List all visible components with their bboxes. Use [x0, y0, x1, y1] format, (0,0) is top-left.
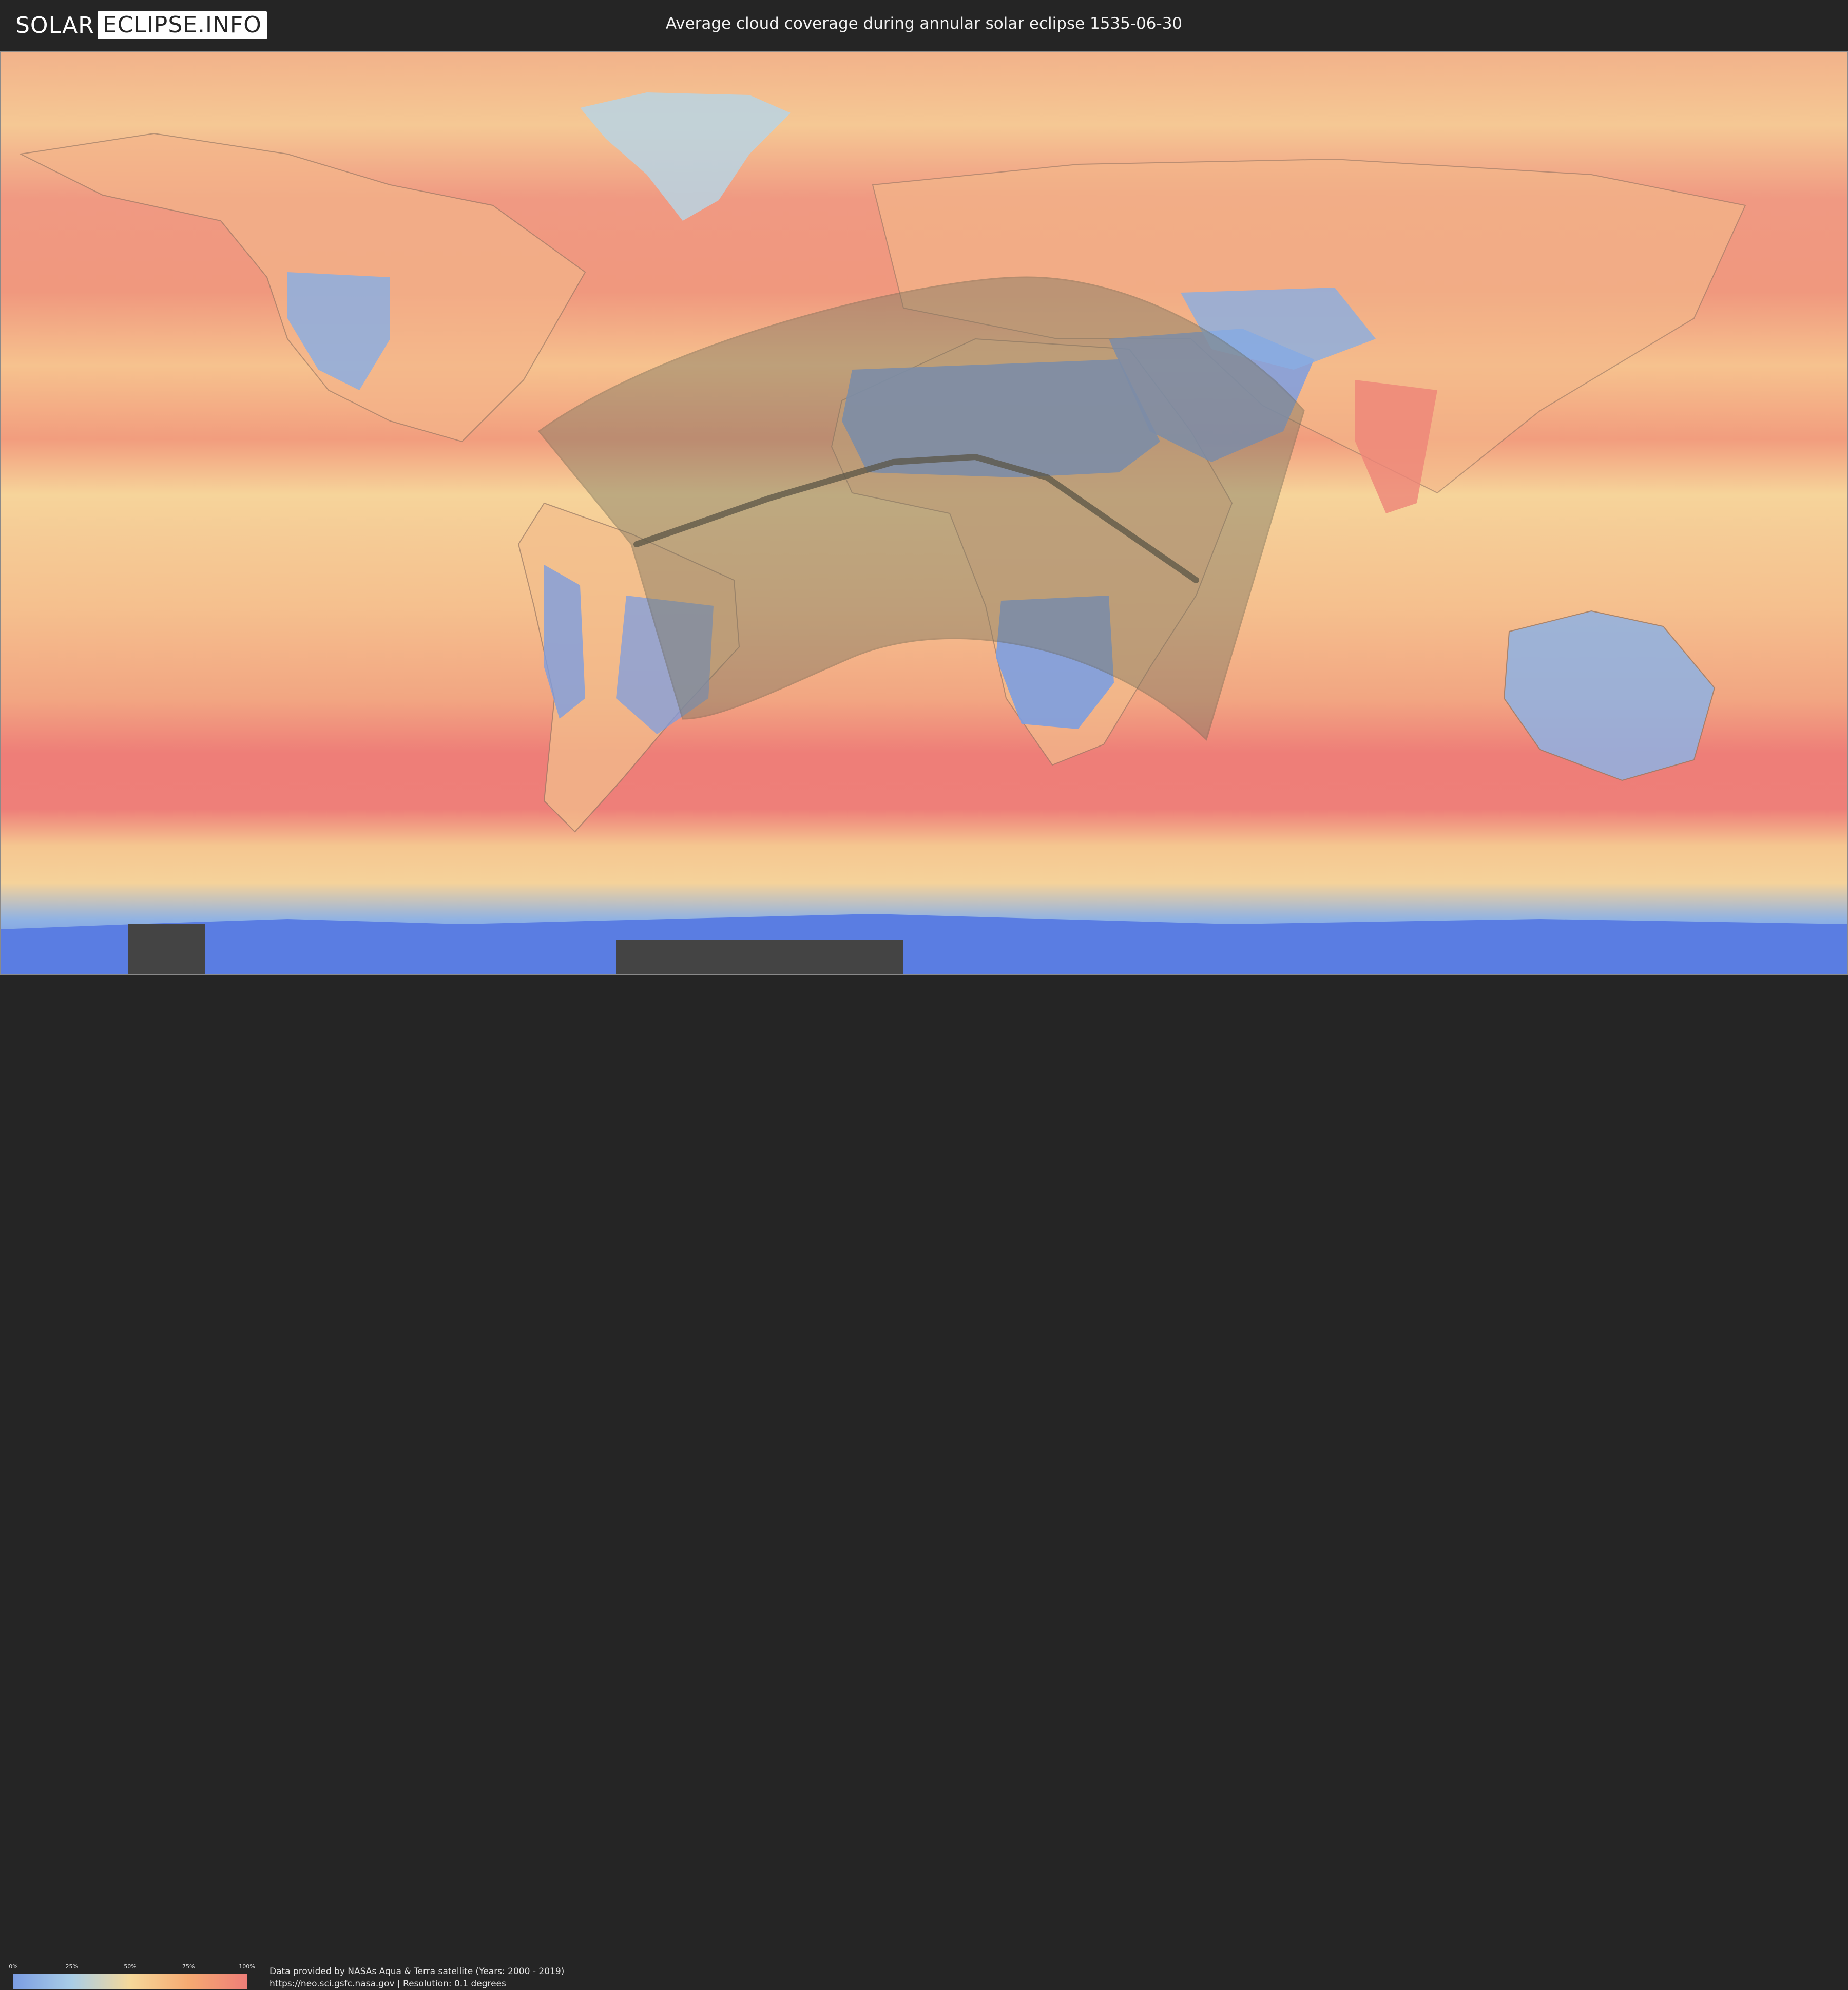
- antarctica-region: [0, 914, 1848, 975]
- legend-tick-0: 0%: [9, 1963, 18, 1970]
- legend-ticks: 0% 25% 50% 75% 100%: [9, 1963, 255, 1970]
- legend-tick-100: 100%: [239, 1963, 255, 1970]
- legend-color-scale: [13, 1974, 247, 1989]
- page-title: Average cloud coverage during annular so…: [665, 14, 1183, 33]
- footer-bar: 0% 25% 50% 75% 100% Data provided by NAS…: [0, 975, 1848, 1989]
- credit-line-source: Data provided by NASAs Aqua & Terra sate…: [270, 1966, 565, 1977]
- legend-tick-50: 50%: [124, 1963, 137, 1970]
- cloud-coverage-map: [0, 51, 1848, 975]
- data-credits: Data provided by NASAs Aqua & Terra sate…: [270, 1965, 564, 1990]
- credit-line-link[interactable]: https://neo.sci.gsfc.nasa.gov | Resoluti…: [270, 1978, 564, 1990]
- legend-tick-75: 75%: [182, 1963, 195, 1970]
- header-bar: SOLAR ECLIPSE.INFO Average cloud coverag…: [0, 0, 1848, 51]
- legend-tick-25: 25%: [65, 1963, 78, 1970]
